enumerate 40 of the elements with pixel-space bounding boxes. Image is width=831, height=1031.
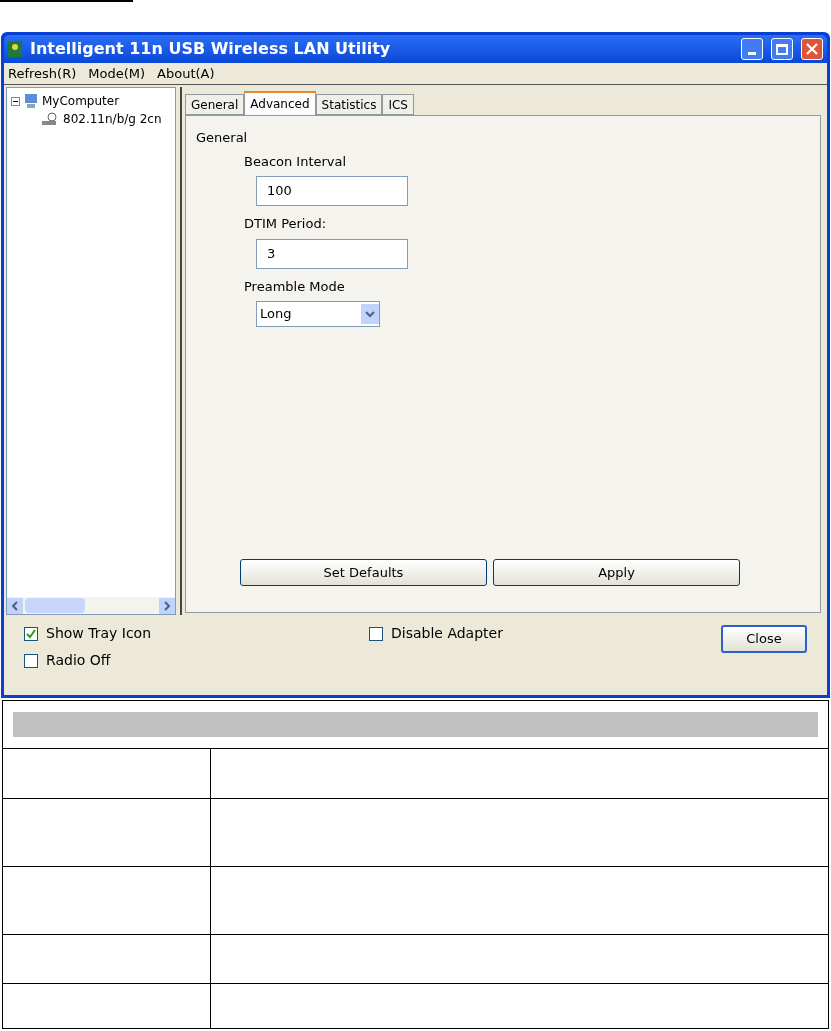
- tab[interactable]: ICS: [382, 94, 414, 115]
- checkbox-label: Disable Adapter: [391, 624, 503, 643]
- app-icon: [8, 41, 22, 57]
- chevron-right-icon[interactable]: [159, 597, 175, 614]
- checkbox[interactable]: [369, 626, 383, 641]
- menu-item[interactable]: About(A): [157, 63, 215, 84]
- minus-icon: [13, 98, 18, 104]
- chevron-down-icon: [361, 304, 379, 324]
- checkbox-label: Radio Off: [46, 651, 111, 670]
- computer-icon: [24, 93, 38, 109]
- close-dialog-button[interactable]: Close: [721, 625, 807, 653]
- field-label: Beacon Interval: [244, 152, 348, 171]
- adapter-icon: [39, 112, 59, 126]
- checkbox-label: Show Tray Icon: [46, 624, 152, 643]
- checkbox[interactable]: [24, 653, 38, 668]
- section-title: General: [196, 129, 249, 147]
- tab[interactable]: General: [185, 94, 245, 115]
- menu-item[interactable]: Mode(M): [88, 63, 146, 84]
- minimize-button[interactable]: [741, 38, 763, 60]
- tree-item[interactable]: 802.11n/b/g 2cn: [63, 110, 162, 128]
- horizontal-scrollbar[interactable]: [7, 597, 175, 614]
- menu-item[interactable]: Refresh(R): [8, 63, 77, 84]
- checkmark-icon: [26, 628, 36, 639]
- field-label: Preamble Mode: [244, 277, 346, 296]
- chevron-left-icon[interactable]: [7, 597, 23, 614]
- action-button[interactable]: Set Defaults: [240, 559, 487, 586]
- action-button[interactable]: Apply: [493, 559, 740, 586]
- close-button[interactable]: [801, 38, 823, 60]
- tree-item[interactable]: MyComputer: [42, 92, 120, 110]
- window-title: Intelligent 11n USB Wireless LAN Utility: [30, 38, 392, 60]
- checkbox[interactable]: [24, 626, 38, 641]
- input-field[interactable]: 100: [256, 176, 408, 206]
- tab[interactable]: Statistics: [315, 94, 383, 115]
- preamble-dropdown[interactable]: Long: [256, 301, 380, 327]
- input-field[interactable]: 3: [256, 238, 408, 269]
- collapse-toggle[interactable]: [11, 96, 20, 106]
- field-label: DTIM Period:: [244, 215, 328, 233]
- maximize-button[interactable]: [771, 38, 793, 60]
- close-icon: [806, 43, 818, 55]
- tab[interactable]: Advanced: [244, 91, 316, 115]
